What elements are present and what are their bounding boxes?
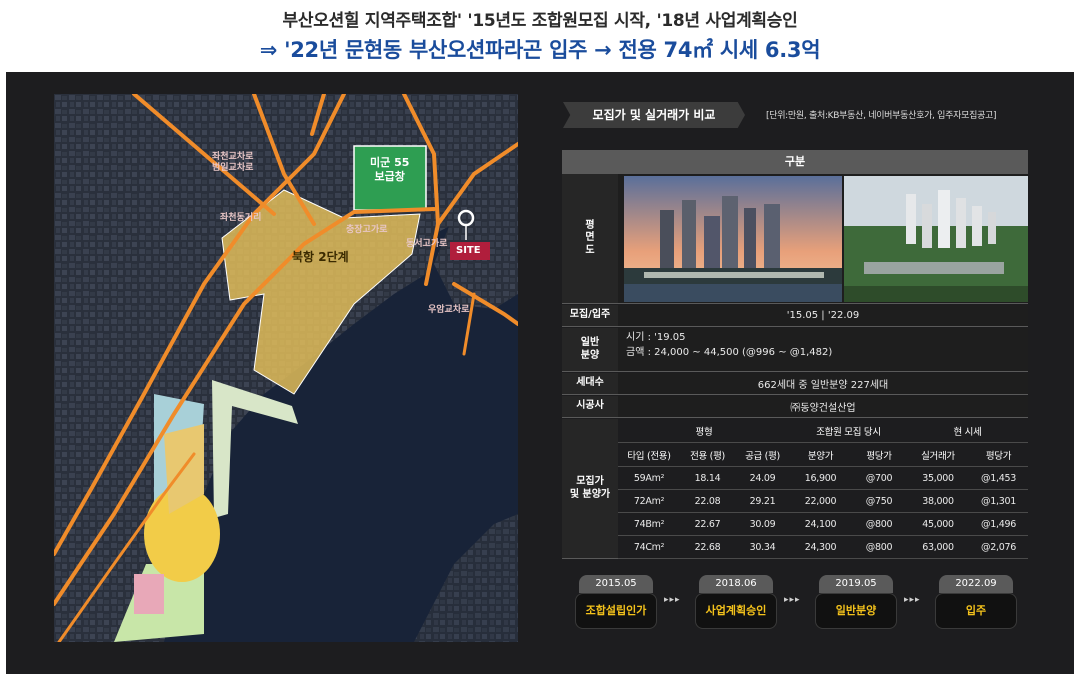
price-cell: 63,000 xyxy=(907,536,969,559)
price-column-header: 전용 (평) xyxy=(680,443,735,467)
timeline-name: 일반분양 xyxy=(815,593,897,629)
price-cell: @700 xyxy=(851,467,907,490)
timeline-step: 2019.05 일반분양 xyxy=(815,575,897,633)
price-cell: 72Am² xyxy=(618,490,680,513)
header-line-2: ⇒ '22년 문현동 부산오션파라곤 입주 → 전용 74㎡ 시세 6.3억 xyxy=(259,38,821,62)
price-cell: 59Am² xyxy=(618,467,680,490)
row-perspective: 평 면 도 xyxy=(562,174,1028,304)
page: 부산오션힐 지역주택조합' '15년도 조합원모집 시작, '18년 사업계획승… xyxy=(0,0,1080,680)
timeline-year: 2015.05 xyxy=(579,575,653,593)
row-label: 일반 분양 xyxy=(562,328,618,371)
map-label-road-3: 충장고가로 xyxy=(346,225,388,235)
price-cell: 22.68 xyxy=(680,536,735,559)
price-cell: 24,300 xyxy=(790,536,851,559)
price-cell: 22.67 xyxy=(680,513,735,536)
price-column-header: 실거래가 xyxy=(907,443,969,467)
map-graphic xyxy=(54,94,518,642)
map-label-road-1: 좌천교차로 범일교차로 xyxy=(212,152,254,173)
price-cell: 22.08 xyxy=(680,490,735,513)
price-cell: 29.21 xyxy=(735,490,790,513)
row-label: 세대수 xyxy=(562,373,618,394)
map-label-road-5: 우암교차로 xyxy=(428,305,470,315)
price-cell: 30.34 xyxy=(735,536,790,559)
timeline-name: 조합설립인가 xyxy=(575,593,657,629)
site-map: 미군 55 보급창 북항 2단계 SITE 좌천교차로 범일교차로 좌천동거리 … xyxy=(54,94,518,642)
timeline-year: 2019.05 xyxy=(819,575,893,593)
price-column-header: 공급 (평) xyxy=(735,443,790,467)
price-column-header: 평당가 xyxy=(969,443,1028,467)
timeline-name: 입주 xyxy=(935,593,1017,629)
price-cell: @800 xyxy=(851,513,907,536)
timeline-arrow-icon: ▸▸▸ xyxy=(784,595,801,605)
row-builder: 시공사 ㈜동양건설산업 xyxy=(562,396,1028,418)
row-price: 모집가 및 분양가 평형 조합원 모집 당시 현 시세타입 (전용) 전용 (평) 공급… xyxy=(562,419,1028,559)
timeline-step: 2022.09 입주 xyxy=(935,575,1017,633)
price-cell: 38,000 xyxy=(907,490,969,513)
price-cell: @800 xyxy=(851,536,907,559)
row-label: 시공사 xyxy=(562,396,618,417)
header-line-1: 부산오션힐 지역주택조합' '15년도 조합원모집 시작, '18년 사업계획승… xyxy=(282,11,798,31)
source-note: [단위:만원, 출처:KB부동산, 네이버부동산호가, 입주자모집공고] xyxy=(766,111,997,121)
price-cell: 16,900 xyxy=(790,467,851,490)
price-cell: 22,000 xyxy=(790,490,851,513)
row-label: 모집가 및 분양가 xyxy=(562,419,618,558)
map-label-site: SITE xyxy=(456,245,481,256)
row-households: 세대수 662세대 중 일반분양 227세대 xyxy=(562,373,1028,395)
row-label: 평 면 도 xyxy=(562,174,618,303)
map-label-road-4: 동서고가로 xyxy=(406,239,448,249)
row-general-sale: 일반 분양 시기 : '19.05 금액 : 24,000 ~ 44,500 (… xyxy=(562,328,1028,372)
price-cell: @1,301 xyxy=(969,490,1028,513)
header: 부산오션힐 지역주택조합' '15년도 조합원모집 시작, '18년 사업계획승… xyxy=(0,0,1080,72)
price-cell: @1,496 xyxy=(969,513,1028,536)
price-cell: 35,000 xyxy=(907,467,969,490)
price-cell: 18.14 xyxy=(680,467,735,490)
row-value: 662세대 중 일반분양 227세대 xyxy=(618,373,1028,394)
timeline-arrow-icon: ▸▸▸ xyxy=(664,595,681,605)
timeline-name: 사업계획승인 xyxy=(695,593,777,629)
price-column-header: 분양가 xyxy=(790,443,851,467)
timeline-step: 2015.05 조합설립인가 xyxy=(575,575,657,633)
map-label-road-2: 좌천동거리 xyxy=(220,213,262,223)
map-label-zone: 북항 2단계 xyxy=(292,250,349,264)
perspective-image-day xyxy=(624,176,842,302)
price-cell: 45,000 xyxy=(907,513,969,536)
price-group-header: 조합원 모집 당시 xyxy=(790,419,907,443)
timeline-year: 2022.09 xyxy=(939,575,1013,593)
row-value: '15.05 | '22.09 xyxy=(618,305,1028,326)
price-column-header: 타입 (전용) xyxy=(618,443,680,467)
price-group-header: 평형 xyxy=(618,419,790,443)
sale-period: 시기 : '19.05 xyxy=(626,332,686,343)
perspective-image-aerial xyxy=(844,176,1028,302)
timeline-step: 2018.06 사업계획승인 xyxy=(695,575,777,633)
row-recruit: 모집/입주 '15.05 | '22.09 xyxy=(562,305,1028,327)
price-cell: 74Cm² xyxy=(618,536,680,559)
price-cell: @2,076 xyxy=(969,536,1028,559)
sale-amount: 금액 : 24,000 ~ 44,500 (@996 ~ @1,482) xyxy=(626,347,833,358)
timeline-arrow-icon: ▸▸▸ xyxy=(904,595,921,605)
price-cell: @750 xyxy=(851,490,907,513)
timeline-year: 2018.06 xyxy=(699,575,773,593)
table-title: 모집가 및 실거래가 비교 xyxy=(563,102,745,128)
price-cell: 30.09 xyxy=(735,513,790,536)
price-column-header: 평당가 xyxy=(851,443,907,467)
table-header: 구분 xyxy=(562,150,1028,174)
price-cell: @1,453 xyxy=(969,467,1028,490)
map-label-park: 미군 55 보급창 xyxy=(370,156,410,183)
row-value: 시기 : '19.05 금액 : 24,000 ~ 44,500 (@996 ~… xyxy=(618,328,1028,371)
price-group-header: 현 시세 xyxy=(907,419,1028,443)
row-value: ㈜동양건설산업 xyxy=(618,396,1028,417)
price-cell: 24,100 xyxy=(790,513,851,536)
price-cell: 74Bm² xyxy=(618,513,680,536)
row-label: 모집/입주 xyxy=(562,305,618,326)
price-table: 평형 조합원 모집 당시 현 시세 타입 (전용) 전용 (평) 공급 (평) 분양가 평당가… xyxy=(618,419,1028,559)
price-cell: 24.09 xyxy=(735,467,790,490)
